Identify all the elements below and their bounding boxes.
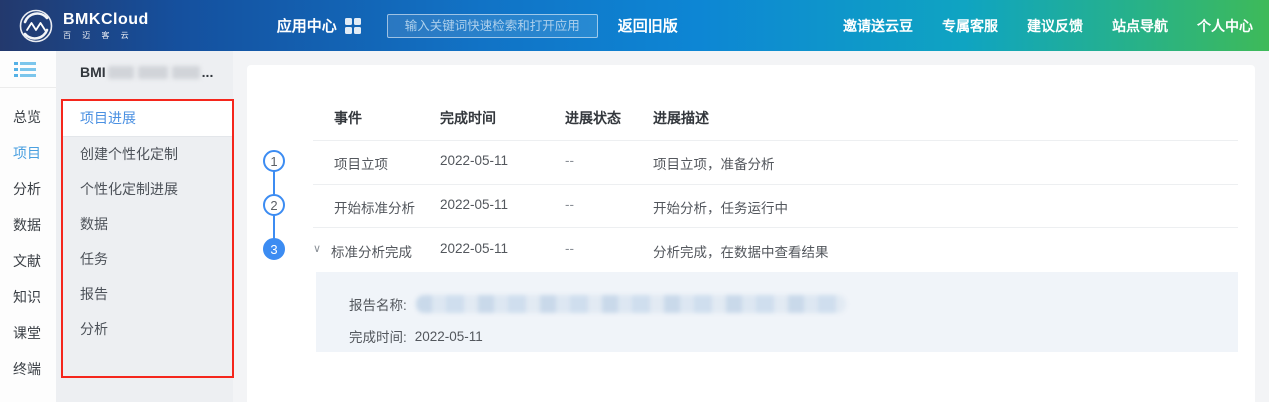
app-center-link[interactable]: 应用中心	[277, 15, 361, 36]
row3-time: 2022-05-11	[440, 241, 508, 256]
brand-logo-icon	[18, 8, 54, 44]
menu-item-report[interactable]: 报告	[62, 277, 233, 312]
personal-center-link[interactable]: 个人中心	[1197, 16, 1253, 36]
collapse-menu-button[interactable]	[0, 51, 56, 88]
row3-event: 标准分析完成	[331, 241, 412, 261]
top-header: BMKCloud 百 迈 客 云 应用中心 返回旧版 邀请送云豆 专属客服 建议…	[0, 0, 1269, 51]
feedback-link[interactable]: 建议反馈	[1027, 16, 1083, 36]
bmkcloud-app: BMKCloud 百 迈 客 云 应用中心 返回旧版 邀请送云豆 专属客服 建议…	[0, 0, 1269, 402]
menu-item-project-progress[interactable]: 项目进展	[62, 100, 233, 137]
brand-name-cn: 百 迈 客 云	[63, 32, 149, 40]
row-divider	[313, 140, 1238, 141]
project-title: BMI ...	[56, 51, 233, 80]
rail-item-analysis[interactable]: 分析	[0, 171, 56, 207]
project-title-ellipsis: ...	[202, 64, 214, 80]
menu-item-task[interactable]: 任务	[62, 242, 233, 277]
timeline-step-1: 1	[263, 150, 285, 172]
redacted-report-name	[416, 295, 846, 313]
row2-status: --	[565, 197, 574, 212]
header-links: 邀请送云豆 专属客服 建议反馈 站点导航 个人中心	[814, 16, 1253, 36]
redacted-title-block	[108, 66, 134, 79]
timeline-step-2: 2	[263, 194, 285, 216]
site-nav-link[interactable]: 站点导航	[1112, 16, 1168, 36]
report-time-line: 完成时间: 2022-05-11	[349, 326, 483, 346]
back-to-old-version-link[interactable]: 返回旧版	[618, 15, 678, 36]
column-header-desc: 进展描述	[653, 108, 709, 128]
progress-card: 1 2 3 事件 完成时间 进展状态 进展描述 项目立项 2022-05-11 …	[247, 65, 1255, 402]
rail-item-project[interactable]: 项目	[0, 135, 56, 171]
app-grid-icon	[345, 18, 361, 34]
row2-event: 开始标准分析	[334, 197, 415, 217]
rail-item-terminal[interactable]: 终端	[0, 351, 56, 387]
row1-desc: 项目立项，准备分析	[653, 153, 775, 173]
collapse-row-chevron-icon[interactable]: ∨	[313, 242, 321, 255]
app-search-input[interactable]	[387, 14, 598, 38]
invite-beans-link[interactable]: 邀请送云豆	[843, 16, 913, 36]
row2-time: 2022-05-11	[440, 197, 508, 212]
rail-nav: 总览 项目 分析 数据 文献 知识 课堂 终端	[0, 99, 56, 387]
project-panel: BMI ... 项目进展 创建个性化定制 个性化定制进展 数据 任务 报告 分析	[56, 51, 233, 402]
column-header-status: 进展状态	[565, 108, 621, 128]
redacted-title-block	[138, 66, 168, 79]
rail-item-knowledge[interactable]: 知识	[0, 279, 56, 315]
project-title-prefix: BMI	[80, 64, 106, 80]
row3-status: --	[565, 241, 574, 256]
row2-desc: 开始分析，任务运行中	[653, 197, 788, 217]
row1-time: 2022-05-11	[440, 153, 508, 168]
report-name-label: 报告名称:	[349, 294, 407, 314]
timeline-step-3: 3	[263, 238, 285, 260]
row1-event: 项目立项	[334, 153, 388, 173]
rail-item-classroom[interactable]: 课堂	[0, 315, 56, 351]
row-divider	[313, 227, 1238, 228]
brand-name: BMKCloud	[63, 12, 149, 28]
icon-rail: 总览 项目 分析 数据 文献 知识 课堂 终端	[0, 51, 56, 402]
row1-status: --	[565, 153, 574, 168]
menu-item-create-customization[interactable]: 创建个性化定制	[62, 137, 233, 172]
rail-item-literature[interactable]: 文献	[0, 243, 56, 279]
menu-item-data[interactable]: 数据	[62, 207, 233, 242]
report-name-line: 报告名称:	[349, 294, 846, 314]
project-menu: 项目进展 创建个性化定制 个性化定制进展 数据 任务 报告 分析	[62, 100, 233, 347]
brand-logo[interactable]: BMKCloud 百 迈 客 云	[18, 8, 149, 44]
menu-item-customization-progress[interactable]: 个性化定制进展	[62, 172, 233, 207]
customer-service-link[interactable]: 专属客服	[942, 16, 998, 36]
app-center-label: 应用中心	[277, 15, 337, 36]
row3-desc: 分析完成，在数据中查看结果	[653, 241, 829, 261]
report-detail-panel: 报告名称: 完成时间: 2022-05-11	[316, 272, 1238, 352]
column-header-time: 完成时间	[440, 108, 496, 128]
rail-item-data[interactable]: 数据	[0, 207, 56, 243]
menu-item-analysis[interactable]: 分析	[62, 312, 233, 347]
rail-item-overview[interactable]: 总览	[0, 99, 56, 135]
list-icon	[14, 61, 36, 78]
column-header-event: 事件	[334, 108, 362, 128]
redacted-title-block	[172, 66, 200, 79]
row-divider	[313, 184, 1238, 185]
report-time-label: 完成时间:	[349, 326, 407, 346]
report-time-value: 2022-05-11	[415, 329, 483, 344]
